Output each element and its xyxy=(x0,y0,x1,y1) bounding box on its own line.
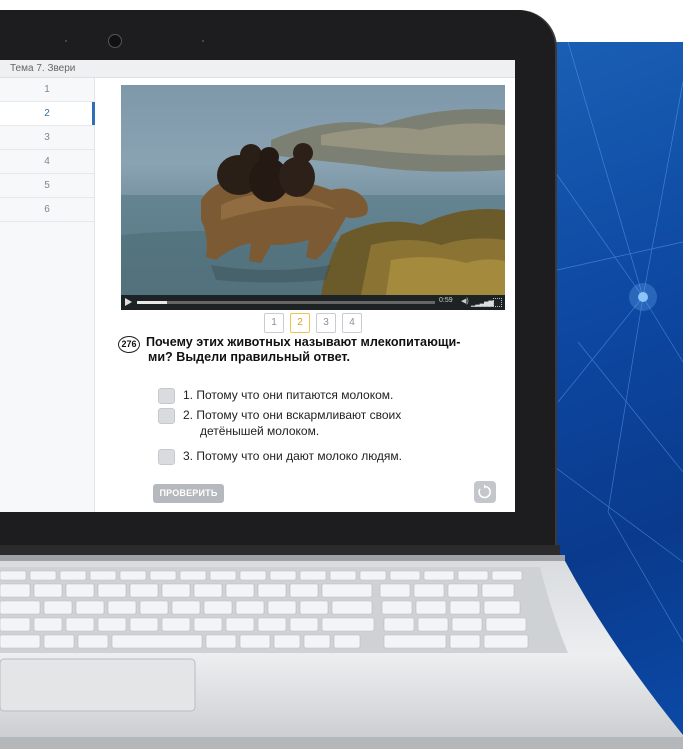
question-line-1: Почему этих животных называют млекопитаю… xyxy=(146,335,461,349)
volume-level[interactable]: ▁▂▃▅▆ xyxy=(471,299,494,307)
video-controls: 0:59 ◀) ▁▂▃▅▆ xyxy=(121,295,505,310)
video-player[interactable]: 0:59 ◀) ▁▂▃▅▆ xyxy=(121,85,505,310)
answer-text-2: 2. Потому что они вскармливают своих дет… xyxy=(183,407,483,439)
answer-checkbox-3[interactable] xyxy=(158,449,175,465)
keyboard-deck xyxy=(0,545,683,749)
answer-text-2-line-1: 2. Потому что они вскармливают своих xyxy=(183,408,402,422)
play-icon[interactable] xyxy=(125,298,132,306)
reset-icon xyxy=(478,484,491,499)
answer-text-1: 1. Потому что они питаются молоком. xyxy=(183,388,394,402)
answer-checkbox-1[interactable] xyxy=(158,388,175,404)
page-button-1[interactable]: 1 xyxy=(264,313,284,333)
page-button-4[interactable]: 4 xyxy=(342,313,362,333)
answer-checkbox-2[interactable] xyxy=(158,408,175,424)
answer-text-3: 3. Потому что они дают молоко людям. xyxy=(183,449,403,463)
laptop-base xyxy=(0,545,683,749)
sidebar-item-4[interactable]: 4 xyxy=(0,150,94,174)
sidebar-item-6[interactable]: 6 xyxy=(0,198,94,222)
window-title: Тема 7. Звери xyxy=(0,60,515,78)
question-text: Почему этих животных называют млекопитаю… xyxy=(146,335,506,365)
question-number: 276 xyxy=(118,336,140,353)
answer-option-3[interactable]: 3. Потому что они дают молоко людям. xyxy=(158,448,478,466)
check-button[interactable]: ПРОВЕРИТЬ xyxy=(153,484,224,503)
volume-icon[interactable]: ◀) xyxy=(461,298,469,306)
answer-option-1[interactable]: 1. Потому что они питаются молоком. xyxy=(158,387,478,405)
sidebar-item-5[interactable]: 5 xyxy=(0,174,94,198)
progress-bar[interactable] xyxy=(137,301,435,304)
sidebar-item-1[interactable]: 1 xyxy=(0,78,94,102)
page-button-3[interactable]: 3 xyxy=(316,313,336,333)
sidebar-item-2[interactable]: 2 xyxy=(0,102,95,126)
webcam-icon xyxy=(108,34,122,48)
sidebar: 1 2 3 4 5 6 xyxy=(0,78,95,512)
question-line-2: ми? Выдели правильный ответ. xyxy=(148,350,350,364)
fullscreen-icon[interactable] xyxy=(493,298,502,307)
sensor-dot xyxy=(65,40,67,42)
screen: Тема 7. Звери 1 2 3 4 5 6 0:59 ◀) ▁▂▃▅▆ … xyxy=(0,60,515,512)
progress-fill xyxy=(137,301,167,304)
video-time: 0:59 xyxy=(439,297,453,304)
answer-text-2-line-2: детёнышей молоком. xyxy=(200,424,320,438)
bear-video-frame xyxy=(121,85,505,310)
reset-button[interactable] xyxy=(474,481,496,503)
page-button-2[interactable]: 2 xyxy=(290,313,310,333)
sidebar-item-3[interactable]: 3 xyxy=(0,126,94,150)
sensor-dot xyxy=(202,40,204,42)
answer-option-2[interactable]: 2. Потому что они вскармливают своих дет… xyxy=(158,407,478,441)
